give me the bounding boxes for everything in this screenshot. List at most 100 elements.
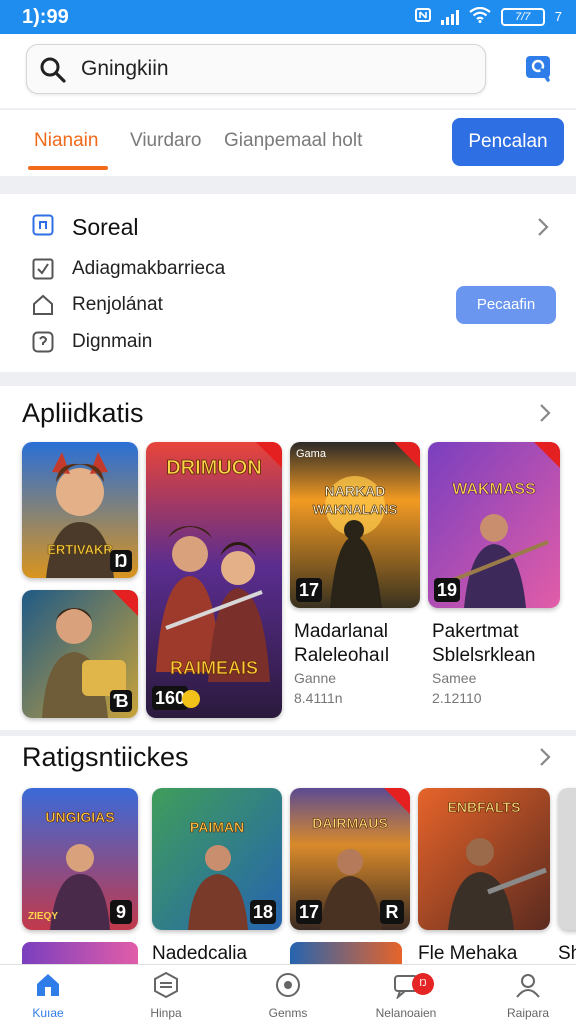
chevron-right-icon[interactable] [538,746,552,773]
rating-tile[interactable]: PAIMAN 18 [152,788,282,930]
games-icon [274,973,302,1003]
apps-section: Apliidkatis ERTIVAKR Ŋ Ɓ DRIMUON RAIMEAI… [0,386,576,730]
ratings-section: Ratigsntiickes UNGIGIAS ZIEQY 9 PAIMAN 1… [0,736,576,964]
nav-profile[interactable]: Raipara [478,971,576,1020]
search-bar[interactable] [26,44,486,94]
nav-notifications[interactable]: Ŋ Nelanoaien [356,971,456,1020]
svg-text:WAKNALANS: WAKNALANS [313,502,398,517]
app-screen: 1):99 7/7 7 Nianain Viurdaro Gi [0,0,576,1024]
rating-tile[interactable]: UNGIGIAS ZIEQY 9 [22,788,138,930]
nav-label: Kuıae [32,1006,64,1020]
chevron-right-icon[interactable] [536,216,550,243]
svg-text:RAIMEAIS: RAIMEAIS [170,658,258,678]
home-icon [34,974,62,1003]
nav-hinpa[interactable]: Hinpa [116,971,216,1020]
account-row-adiagmakbarrieca[interactable]: Adiagmakbarrieca [72,258,225,280]
rating-tile[interactable]: ENBFALTS [418,788,550,930]
next-row-tile[interactable] [22,942,138,964]
checklist-icon [32,258,54,285]
game-art-image: DRIMUON RAIMEAIS [146,442,282,718]
game-title[interactable]: Madarlanal [294,620,388,643]
svg-text:NARKAD: NARKAD [325,483,386,499]
pencalan-button[interactable]: Pencalan [452,118,564,166]
account-title[interactable]: Soreal [72,214,138,241]
rating-tile[interactable]: DAIRMAUS 17 R [290,788,410,930]
game-category: Samee [432,670,477,686]
tile-footer-text: ZIEQY [28,911,59,922]
coin-icon [182,690,200,708]
next-row-title[interactable]: Nadedcalia [152,942,247,965]
game-title[interactable]: Pakertmat [432,620,519,643]
game-art-image: ENBFALTS [418,788,550,930]
svg-text:ENBFALTS: ENBFALTS [448,799,521,815]
apps-icon [152,971,180,1003]
apps-section-title: Apliidkatis [22,398,144,428]
age-rating-badge: 9 [110,900,132,924]
pecaafin-button[interactable]: Pecaafin [456,286,556,324]
search-input[interactable] [81,53,471,85]
account-card: Soreal Adiagmakbarrieca Renjolánat Pecaa… [0,194,576,372]
app-tile[interactable]: NARKAD WAKNALANS Gama 17 [290,442,420,608]
status-time: 1):99 [22,6,69,28]
age-rating-badge: 18 [250,900,276,924]
nav-label: Genms [268,1006,308,1020]
nfc-icon [414,7,431,26]
tab-viurdaro[interactable]: Viurdaro [130,130,201,152]
age-rating-badge: R [380,900,404,924]
next-row-title[interactable]: Fle Mehaka [418,942,517,965]
chevron-right-icon[interactable] [538,402,552,429]
status-icons: 7/7 7 [414,6,562,26]
svg-text:DAIRMAUS: DAIRMAUS [312,815,387,831]
tab-indicator [28,166,108,170]
tab-nianain[interactable]: Nianain [34,130,98,152]
promo-corner-flag [384,788,410,814]
search-icon [39,56,67,89]
search-header [0,34,576,108]
question-icon [32,331,54,358]
svg-text:DRIMUON: DRIMUON [166,457,262,479]
age-rating-badge: 17 [296,900,322,924]
age-rating-badge: 19 [434,578,460,602]
nav-label: Nelanoaien [375,1006,437,1020]
profile-icon [514,974,542,1003]
promo-corner-flag [394,442,420,468]
app-square-icon [32,214,54,241]
app-tile[interactable]: WAKMASS 19 [428,442,560,608]
next-row-title[interactable]: Sh [558,942,576,965]
home-icon [32,294,54,321]
next-row-tile[interactable] [290,942,402,964]
age-rating-badge: Ŋ [110,550,132,572]
svg-text:ERTIVAKR: ERTIVAKR [47,542,113,557]
tab-bar: Nianain Viurdaro Gianpemaal holt Pencala… [0,110,576,176]
nav-games[interactable]: Genms [238,971,338,1020]
game-downloads: 8.4111n [294,690,343,706]
age-rating-badge: Ɓ [110,690,132,712]
svg-text:UNGIGIAS: UNGIGIAS [45,809,114,825]
bottom-navigation: Kuıae Hinpa Genms Ŋ Nelanoaien Raipara [0,964,576,1024]
nav-home[interactable]: Kuıae [0,971,98,1020]
promo-corner-flag [256,442,282,468]
game-title-line-2[interactable]: Sblelsrklean [432,644,536,667]
rating-tile-peek[interactable] [558,788,576,930]
game-title-line-2[interactable]: Raleleohaıl [294,644,389,667]
notification-badge: Ŋ [412,973,434,995]
status-bar: 1):99 7/7 7 [0,0,576,34]
nav-label: Raipara [506,1006,550,1020]
ratings-section-title: Ratigsntiickes [22,742,189,772]
scan-icon[interactable] [524,54,552,84]
battery-icon: 7/7 [500,7,545,26]
account-row-renjolanat[interactable]: Renjolánat [72,294,163,316]
svg-text:WAKMASS: WAKMASS [452,481,536,498]
age-rating-badge: 17 [296,578,322,602]
tab-gianpemaal[interactable]: Gianpemaal holt [224,130,362,152]
app-tile[interactable]: Ɓ [22,590,138,718]
nav-label: Hinpa [150,1006,182,1020]
account-row-dignmain[interactable]: Dignmain [72,331,152,353]
game-category: Ganne [294,670,337,686]
app-tile[interactable]: ERTIVAKR Ŋ [22,442,138,578]
wifi-icon [469,6,491,26]
battery-level-text: 7 [554,9,562,24]
promo-corner-flag [534,442,560,468]
tile-label: Gama [296,448,326,460]
app-tile-featured[interactable]: DRIMUON RAIMEAIS 160 [146,442,282,718]
